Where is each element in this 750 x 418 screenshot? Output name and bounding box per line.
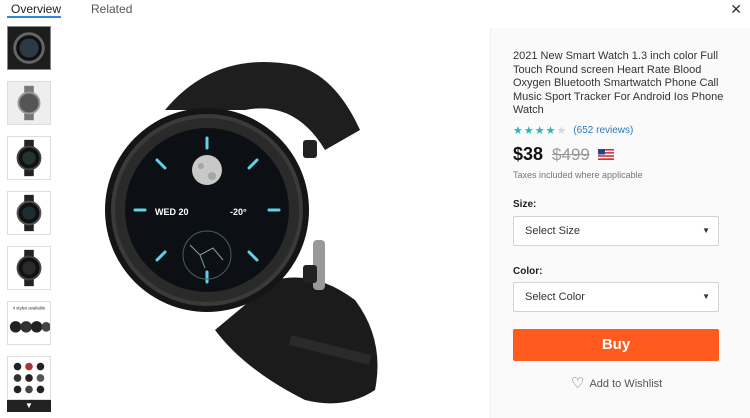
- product-detail-panel: 2021 New Smart Watch 1.3 inch color Full…: [490, 28, 750, 418]
- active-tab-indicator: [7, 16, 61, 18]
- add-to-wishlist-button[interactable]: ♡ Add to Wishlist: [571, 375, 663, 392]
- thumbnail-1[interactable]: [7, 26, 51, 70]
- close-button[interactable]: ✕: [730, 2, 742, 16]
- color-select-value: Select Color: [525, 291, 585, 303]
- main-product-image: WED 20 -20°: [95, 40, 395, 410]
- size-select[interactable]: Select Size ▼: [513, 216, 719, 246]
- wishlist-label: Add to Wishlist: [589, 378, 663, 390]
- tab-overview[interactable]: Overview: [11, 2, 61, 16]
- watch-temp: -20°: [230, 207, 247, 217]
- thumbnail-7[interactable]: [7, 356, 51, 400]
- size-label: Size:: [513, 199, 537, 210]
- star-rating-icon: ★★★★★: [513, 125, 568, 137]
- buy-button[interactable]: Buy: [513, 329, 719, 361]
- size-select-value: Select Size: [525, 225, 581, 237]
- thumbnail-4[interactable]: [7, 191, 51, 235]
- price-row: $38 $499: [513, 144, 614, 165]
- color-select[interactable]: Select Color ▼: [513, 282, 719, 312]
- chevron-down-icon: ▼: [702, 292, 710, 301]
- watch-date: WED 20: [155, 207, 189, 217]
- tax-note: Taxes included where applicable: [513, 170, 643, 180]
- thumbnail-scroll-down[interactable]: ▼: [7, 400, 51, 412]
- thumbnail-5[interactable]: [7, 246, 51, 290]
- original-price: $499: [552, 144, 590, 164]
- reviews-link[interactable]: (652 reviews): [573, 125, 633, 136]
- product-title: 2021 New Smart Watch 1.3 inch color Full…: [513, 50, 724, 116]
- us-flag-icon: [597, 149, 614, 160]
- thumbnail-2[interactable]: [7, 81, 51, 125]
- thumbnail-6[interactable]: 4 styles available: [7, 301, 51, 345]
- rating: ★★★★★ (652 reviews): [513, 124, 633, 137]
- chevron-down-icon: ▼: [702, 226, 710, 235]
- thumbnail-strip: 4 styles available ▼: [7, 26, 53, 416]
- tab-related[interactable]: Related: [91, 2, 132, 16]
- tab-bar: Overview Related: [0, 0, 300, 20]
- thumbnail-3[interactable]: [7, 136, 51, 180]
- heart-icon: ♡: [571, 375, 585, 392]
- styles-caption: 4 styles available: [13, 306, 46, 311]
- current-price: $38: [513, 144, 544, 164]
- color-label: Color:: [513, 266, 543, 277]
